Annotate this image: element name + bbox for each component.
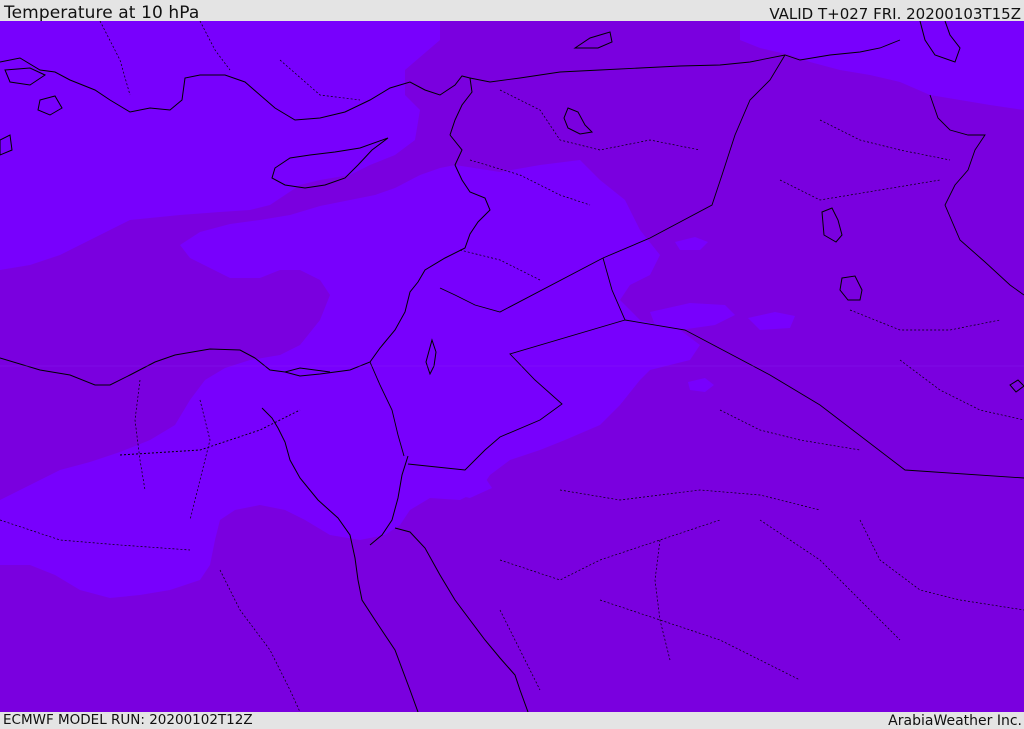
header-bar: Temperature at 10 hPa VALID T+027 FRI. 2… <box>0 0 1024 23</box>
credit-label: ArabiaWeather Inc. <box>888 713 1022 729</box>
model-run-label: ECMWF MODEL RUN: 20200102T12Z <box>3 712 253 728</box>
temperature-map <box>0 21 1024 712</box>
map-title: Temperature at 10 hPa <box>4 3 200 23</box>
map-viewer: Temperature at 10 hPa VALID T+027 FRI. 2… <box>0 0 1024 729</box>
footer-bar: ECMWF MODEL RUN: 20200102T12Z ArabiaWeat… <box>0 712 1024 729</box>
